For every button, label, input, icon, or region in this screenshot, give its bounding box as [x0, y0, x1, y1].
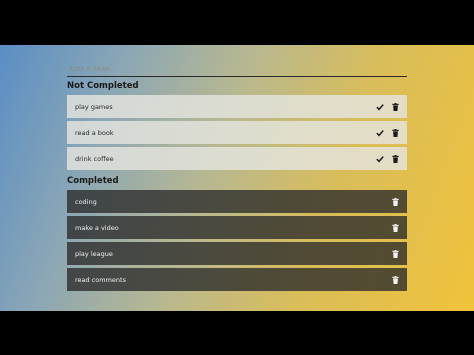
todo-item-actions: [386, 216, 407, 239]
trash-icon[interactable]: [389, 127, 401, 139]
todo-item: read comments: [67, 268, 407, 291]
todo-item: play games: [67, 95, 407, 118]
todo-item-actions: [371, 147, 407, 170]
todo-app: Not Completed play games read a book: [67, 62, 407, 294]
todo-item: coding: [67, 190, 407, 213]
todo-item-text: read a book: [75, 128, 114, 137]
add-task-input[interactable]: [67, 62, 407, 77]
completed-heading: Completed: [67, 176, 119, 186]
todo-item-text: coding: [75, 197, 97, 206]
trash-icon[interactable]: [389, 153, 401, 165]
trash-icon[interactable]: [389, 274, 401, 286]
todo-item: drink coffee: [67, 147, 407, 170]
todo-item: play league: [67, 242, 407, 265]
check-icon[interactable]: [374, 101, 386, 113]
trash-icon[interactable]: [389, 196, 401, 208]
todo-item: make a video: [67, 216, 407, 239]
todo-item-text: make a video: [75, 223, 119, 232]
todo-item-actions: [371, 121, 407, 144]
todo-item-actions: [386, 242, 407, 265]
check-icon[interactable]: [374, 153, 386, 165]
check-icon[interactable]: [374, 127, 386, 139]
not-completed-list: play games read a book drink coffee: [67, 95, 407, 170]
trash-icon[interactable]: [389, 248, 401, 260]
todo-item-actions: [386, 190, 407, 213]
trash-icon[interactable]: [389, 222, 401, 234]
todo-item-text: play league: [75, 249, 113, 258]
todo-item-text: play games: [75, 102, 113, 111]
todo-item-actions: [386, 268, 407, 291]
todo-item-actions: [371, 95, 407, 118]
trash-icon[interactable]: [389, 101, 401, 113]
todo-item: read a book: [67, 121, 407, 144]
completed-list: coding make a video play league read com…: [67, 190, 407, 291]
video-frame: Not Completed play games read a book: [0, 45, 474, 311]
todo-item-text: drink coffee: [75, 154, 114, 163]
todo-item-text: read comments: [75, 275, 126, 284]
not-completed-heading: Not Completed: [67, 81, 139, 91]
